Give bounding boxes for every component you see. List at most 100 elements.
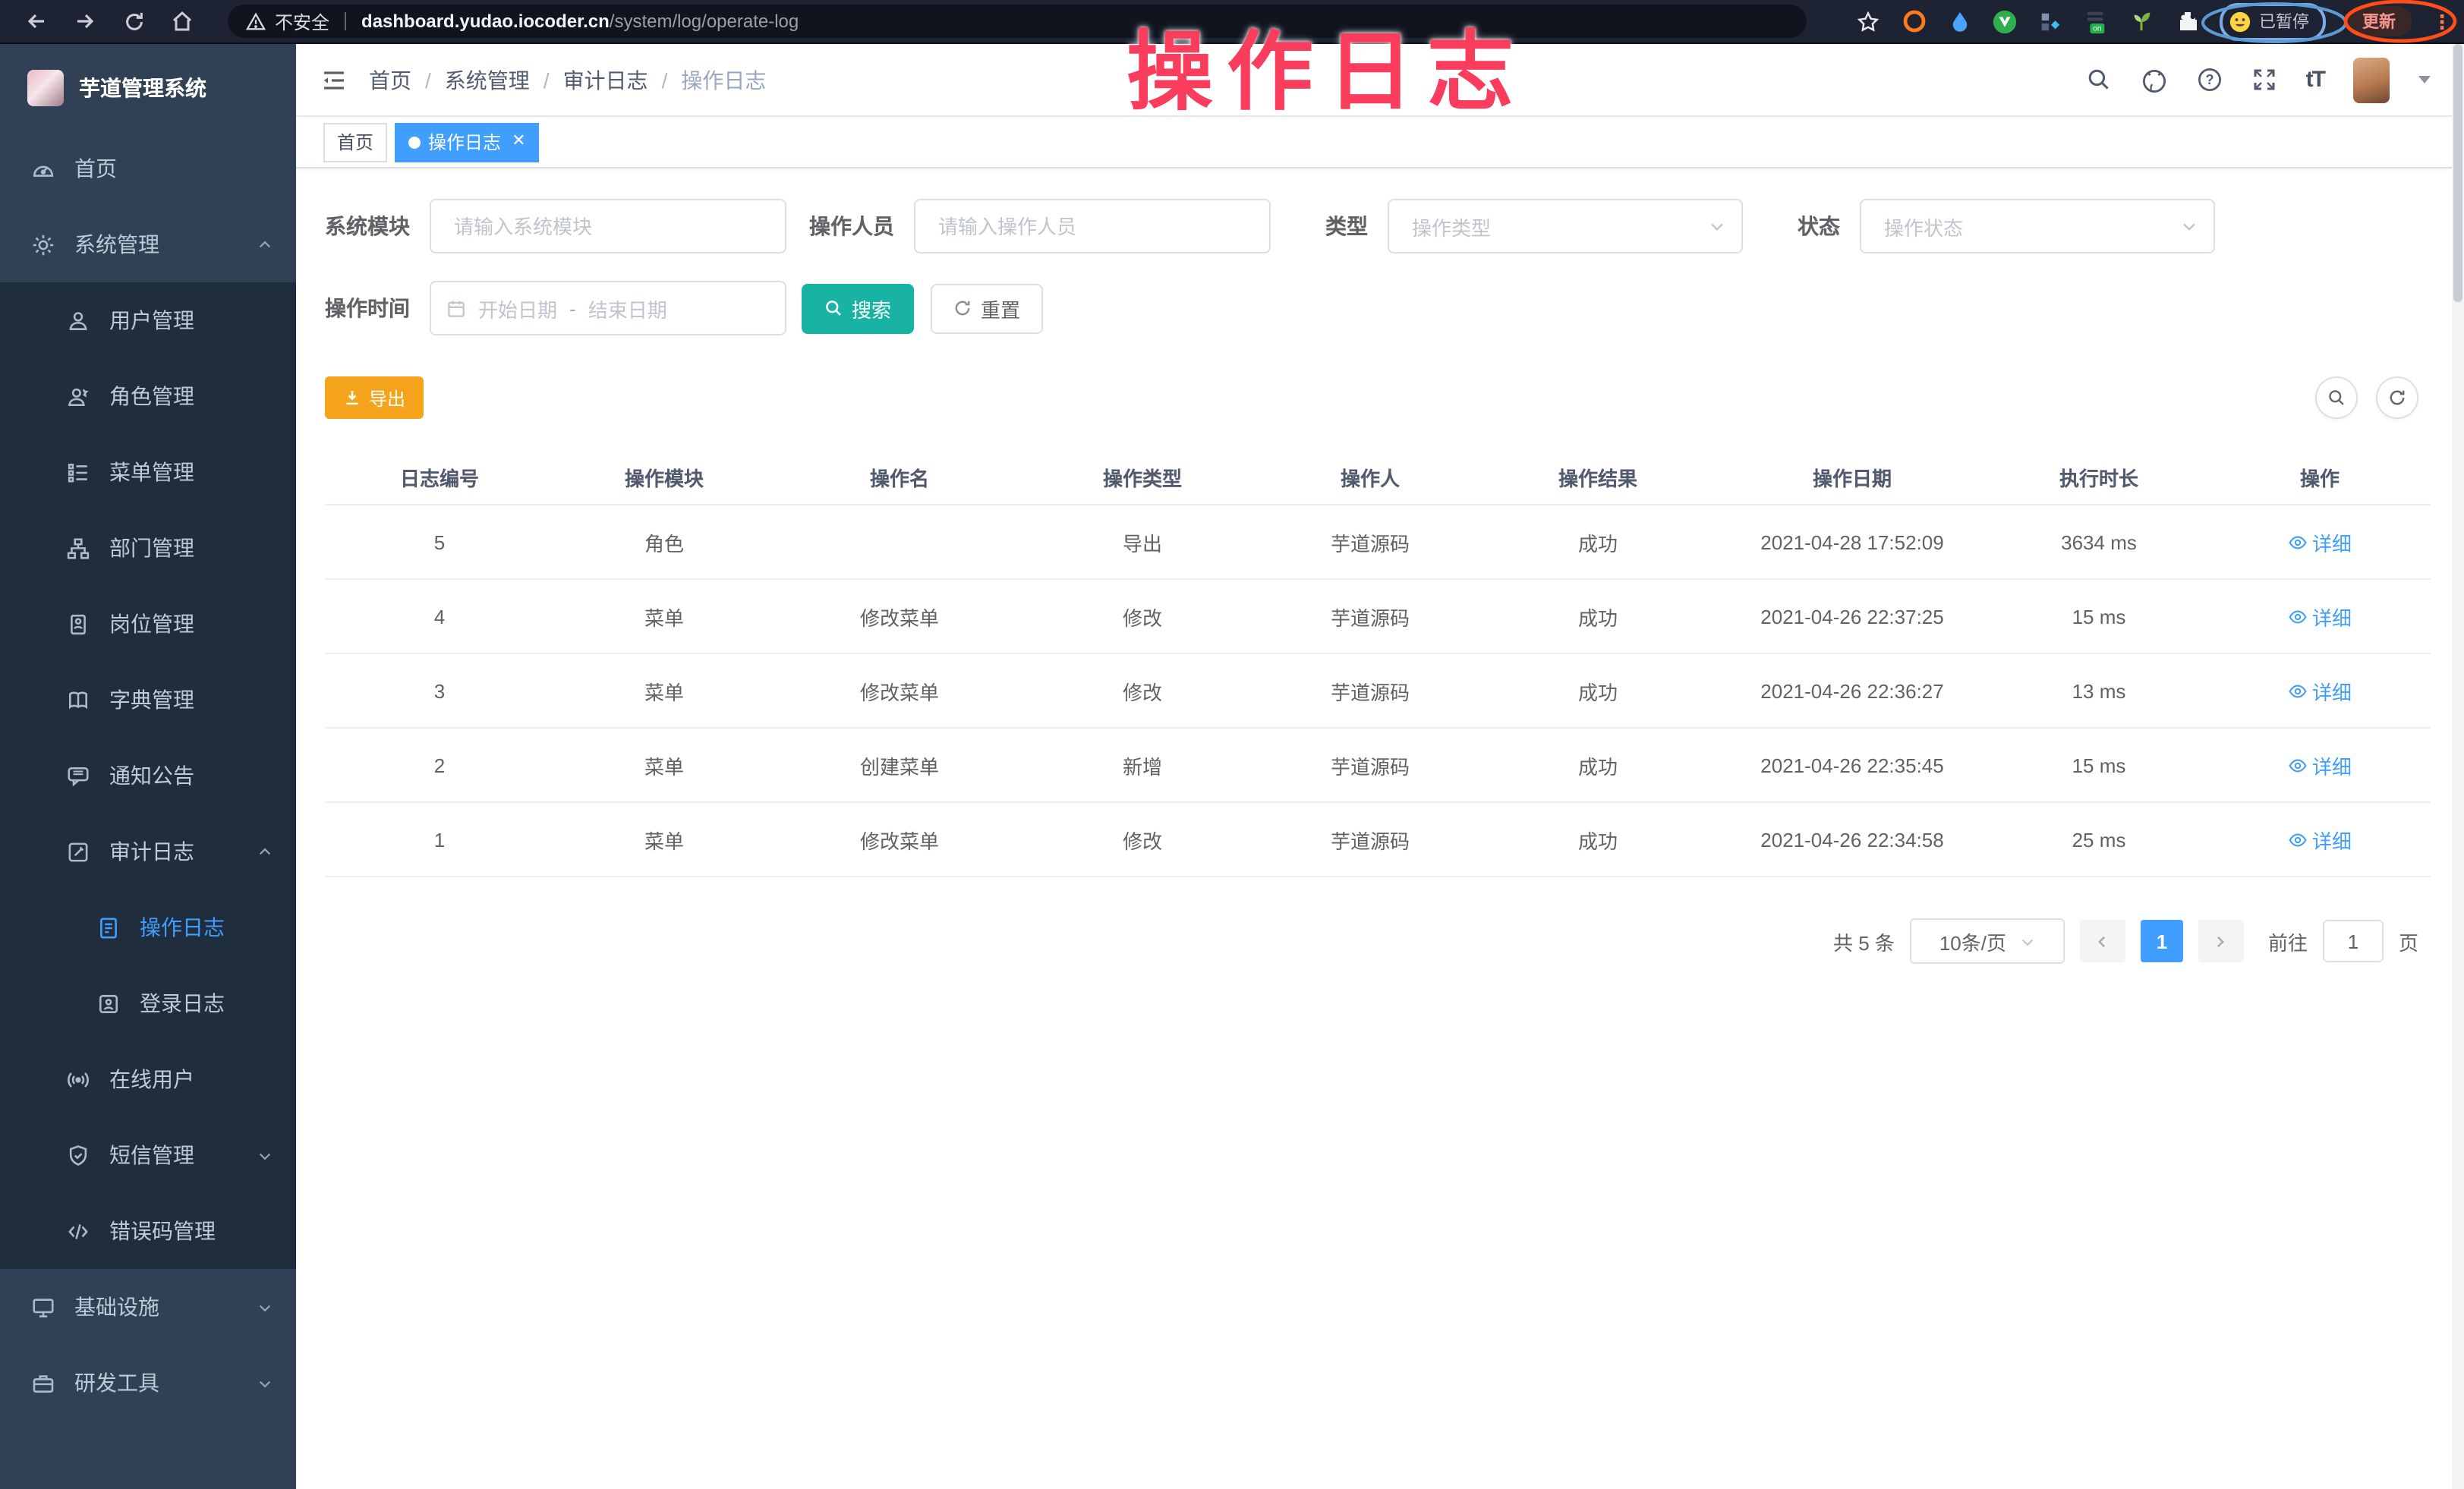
date-range-picker[interactable]: 开始日期 - 结束日期 <box>430 281 786 335</box>
sidebar-item-users[interactable]: 用户管理 <box>0 282 296 358</box>
col-header: 操作人 <box>1260 449 1480 505</box>
dashboard-icon <box>32 157 55 180</box>
extension-drop-icon[interactable] <box>1946 8 1972 34</box>
home-icon[interactable] <box>169 8 196 35</box>
avatar[interactable] <box>2353 57 2390 102</box>
url-bar[interactable]: 不安全 dashboard.yudao.iocoder.cn /system/l… <box>228 5 1807 38</box>
sidebar-fold-icon[interactable] <box>320 66 348 93</box>
sidebar-item-home[interactable]: 首页 <box>0 131 296 206</box>
tag-operate-log[interactable]: 操作日志 ✕ <box>395 122 539 162</box>
main-area: 首页 / 系统管理 / 审计日志 / 操作日志 ? tT 首页 <box>296 44 2452 1489</box>
sidebar-item-label: 通知公告 <box>109 760 194 791</box>
sidebar-item-dev-tools[interactable]: 研发工具 <box>0 1345 296 1421</box>
cell: 5 <box>325 505 554 579</box>
refresh-button[interactable] <box>2376 376 2418 419</box>
sidebar-item-system[interactable]: 系统管理 <box>0 206 296 282</box>
type-select-placeholder: 操作类型 <box>1412 212 1708 241</box>
fullscreen-icon[interactable] <box>2251 67 2277 93</box>
paused-badge[interactable]: 已暂停 <box>2220 2 2326 40</box>
sidebar-item-audit-log[interactable]: 审计日志 <box>0 814 296 889</box>
extensions-puzzle-icon[interactable] <box>2174 8 2200 34</box>
extension-switch-on-icon[interactable]: on <box>2083 8 2109 34</box>
chevron-down-icon <box>257 1147 273 1163</box>
cell: 修改 <box>1025 579 1260 653</box>
sidebar-item-depts[interactable]: 部门管理 <box>0 510 296 586</box>
cell: 3 <box>325 653 554 728</box>
detail-link[interactable]: 详细 <box>2288 751 2352 779</box>
export-button[interactable]: 导出 <box>325 376 424 419</box>
cell: 15 ms <box>1989 579 2209 653</box>
avatar-caret-icon[interactable] <box>2418 76 2431 83</box>
breadcrumb-home[interactable]: 首页 <box>369 65 411 95</box>
module-input[interactable] <box>430 199 786 253</box>
sidebar: 芋道管理系统 首页 系统管理 用户管理 角色管理 菜单管理 <box>0 44 296 1489</box>
extension-sprout-icon[interactable] <box>2128 8 2154 34</box>
sidebar-item-online-users[interactable]: 在线用户 <box>0 1041 296 1117</box>
reload-icon[interactable] <box>120 8 147 35</box>
update-badge[interactable]: 更新 <box>2346 6 2412 36</box>
close-icon[interactable]: ✕ <box>512 134 525 150</box>
help-icon[interactable]: ? <box>2197 67 2223 93</box>
breadcrumb-system[interactable]: 系统管理 <box>445 65 530 95</box>
sidebar-item-label: 登录日志 <box>140 988 225 1018</box>
breadcrumb-current: 操作日志 <box>681 65 766 95</box>
start-date-placeholder: 开始日期 <box>478 294 557 323</box>
page-1-button[interactable]: 1 <box>2141 920 2183 962</box>
date-separator: - <box>569 297 576 320</box>
eye-icon <box>2288 755 2308 775</box>
goto-page-input[interactable] <box>2323 920 2384 962</box>
search-button[interactable]: 搜索 <box>802 283 914 333</box>
security-label[interactable]: 不安全 <box>275 8 329 34</box>
sidebar-item-login-log[interactable]: 登录日志 <box>0 965 296 1041</box>
font-size-icon[interactable]: tT <box>2306 67 2324 93</box>
eye-icon <box>2288 606 2308 626</box>
status-select[interactable]: 操作状态 <box>1860 199 2215 253</box>
sidebar-item-error-codes[interactable]: 错误码管理 <box>0 1193 296 1269</box>
shield-icon <box>67 1144 90 1166</box>
scrollbar-thumb[interactable] <box>2453 44 2462 302</box>
browser-menu-icon[interactable]: ⋮ <box>2432 11 2452 31</box>
tag-home[interactable]: 首页 <box>323 122 387 162</box>
sidebar-item-sms[interactable]: 短信管理 <box>0 1117 296 1193</box>
search-icon[interactable] <box>2086 67 2112 93</box>
detail-link[interactable]: 详细 <box>2288 676 2352 705</box>
app-logo-row[interactable]: 芋道管理系统 <box>0 44 296 131</box>
cell: 修改 <box>1025 802 1260 877</box>
bookmark-star-icon[interactable] <box>1855 8 1881 34</box>
prev-page-button[interactable] <box>2080 920 2125 962</box>
forward-icon[interactable] <box>71 8 99 35</box>
reset-button[interactable]: 重置 <box>931 283 1043 333</box>
page-size-select[interactable]: 10条/页 <box>1910 918 2065 964</box>
scrollbar[interactable] <box>2452 44 2464 1489</box>
operator-input[interactable] <box>914 199 1271 253</box>
sidebar-item-operate-log[interactable]: 操作日志 <box>0 889 296 965</box>
chevron-up-icon <box>257 236 273 253</box>
sidebar-item-label: 研发工具 <box>74 1368 159 1398</box>
sidebar-item-notices[interactable]: 通知公告 <box>0 738 296 814</box>
gear-icon <box>32 233 55 256</box>
detail-link[interactable]: 详细 <box>2288 825 2352 854</box>
cell <box>774 505 1025 579</box>
detail-link[interactable]: 详细 <box>2288 527 2352 556</box>
calendar-icon <box>446 298 466 318</box>
extension-vue-devtools-icon[interactable] <box>1992 8 2018 34</box>
type-select[interactable]: 操作类型 <box>1388 199 1743 253</box>
github-icon[interactable] <box>2141 66 2168 93</box>
sidebar-item-roles[interactable]: 角色管理 <box>0 358 296 434</box>
sidebar-item-label: 菜单管理 <box>109 457 194 487</box>
show-search-button[interactable] <box>2315 376 2358 419</box>
sidebar-item-posts[interactable]: 岗位管理 <box>0 586 296 662</box>
sidebar-item-dicts[interactable]: 字典管理 <box>0 662 296 738</box>
edit-square-icon <box>67 840 90 863</box>
next-page-button[interactable] <box>2198 920 2244 962</box>
screen: 不安全 dashboard.yudao.iocoder.cn /system/l… <box>0 0 2464 1489</box>
extension-grid-icon[interactable] <box>2037 8 2063 34</box>
extension-ublock-icon[interactable] <box>1901 8 1927 34</box>
breadcrumb-audit[interactable]: 审计日志 <box>563 65 648 95</box>
sidebar-item-infra[interactable]: 基础设施 <box>0 1269 296 1345</box>
sidebar-item-menus[interactable]: 菜单管理 <box>0 434 296 510</box>
sidebar-item-label: 角色管理 <box>109 381 194 411</box>
detail-link[interactable]: 详细 <box>2288 602 2352 631</box>
back-icon[interactable] <box>23 8 50 35</box>
table-row: 2菜单创建菜单新增芋道源码成功2021-04-26 22:35:4515 ms … <box>325 728 2431 802</box>
